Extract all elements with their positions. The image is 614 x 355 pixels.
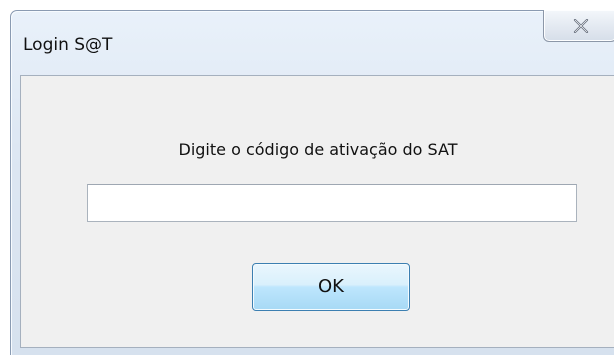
activation-code-prompt: Digite o código de ativação do SAT — [178, 140, 458, 159]
close-button[interactable] — [543, 10, 614, 42]
ok-button[interactable]: OK — [252, 263, 410, 311]
close-icon — [573, 19, 589, 33]
dialog-content: Digite o código de ativação do SAT OK — [20, 75, 614, 348]
login-dialog: Login S@T Digite o código de ativação do… — [10, 10, 614, 355]
activation-code-input[interactable] — [87, 184, 577, 222]
window-title: Login S@T — [23, 35, 113, 55]
